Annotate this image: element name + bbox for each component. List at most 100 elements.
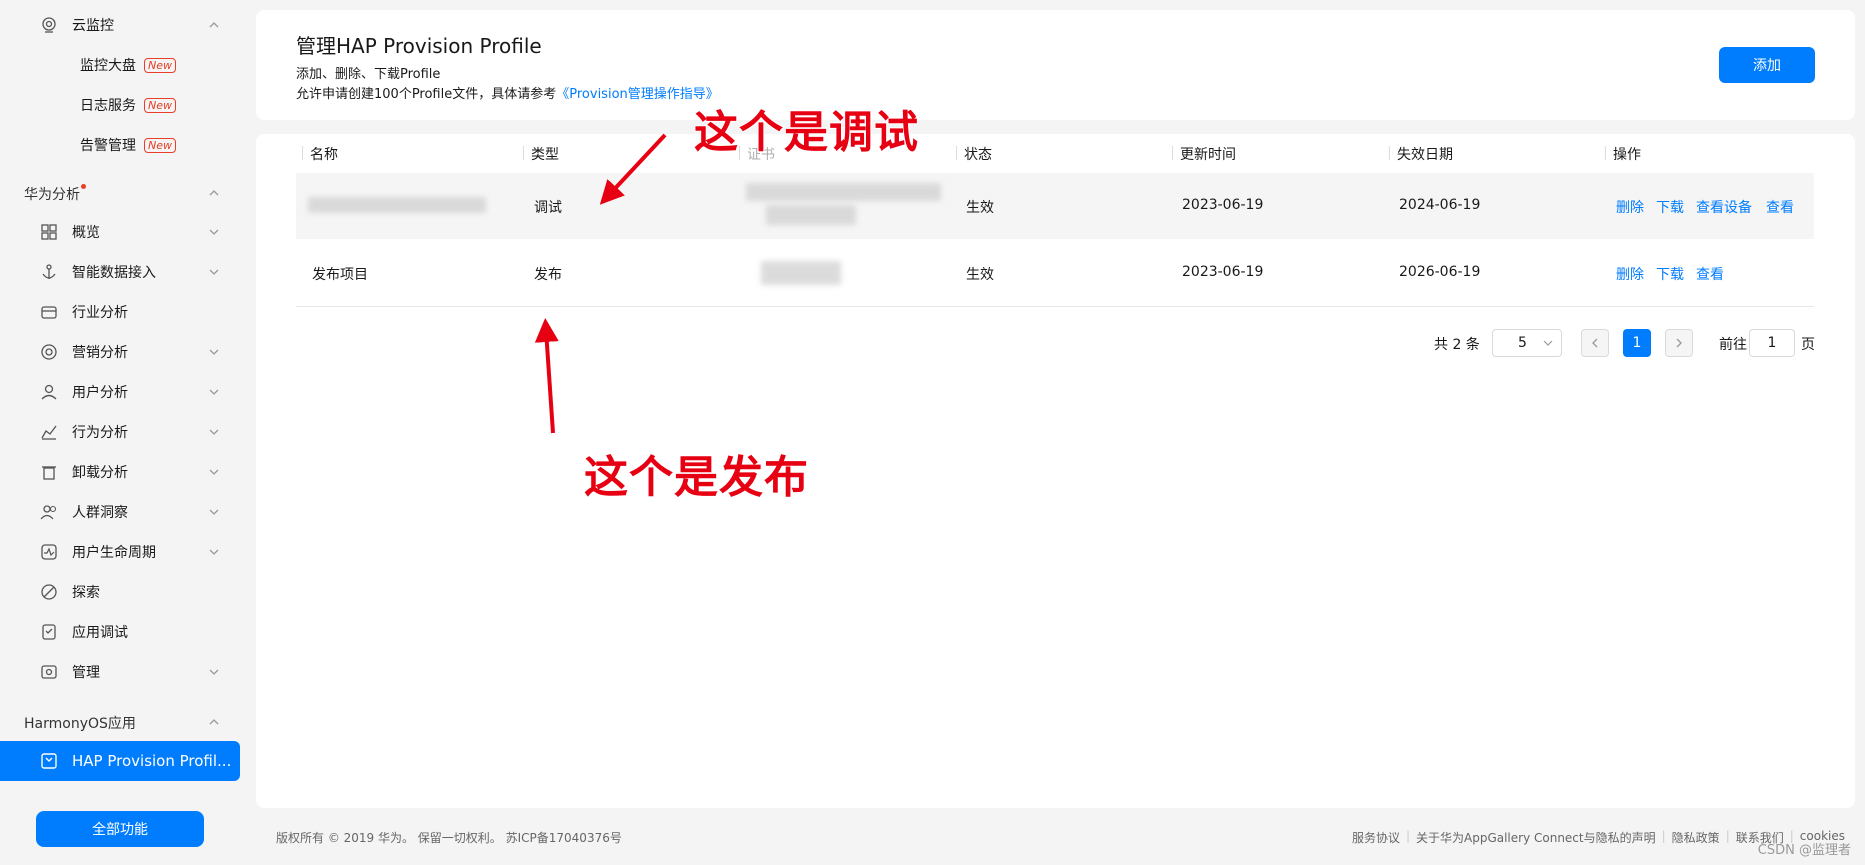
column-separator — [1172, 146, 1173, 160]
status-cell: 生效 — [966, 267, 994, 283]
sidebar-item-behavior-chart[interactable]: 行为分析 — [0, 414, 240, 450]
current-page-button[interactable]: 1 — [1623, 329, 1651, 357]
sidebar: 云监控 监控大盘 New 日志服务 New 告警管理 New 华为分析 概览智能… — [0, 0, 240, 865]
footer-link-privacy-statement[interactable]: 关于华为AppGallery Connect与隐私的声明 — [1416, 829, 1656, 846]
sidebar-item-label: 概览 — [72, 225, 100, 241]
sidebar-item-people[interactable]: 人群洞察 — [0, 494, 240, 530]
page-size-select[interactable]: 5 — [1492, 329, 1562, 357]
chevron-down-icon — [209, 429, 219, 435]
sidebar-item-debug[interactable]: 应用调试 — [0, 614, 240, 650]
sidebar-item-dashboard[interactable]: 监控大盘 New — [0, 47, 240, 83]
manage-icon — [41, 665, 57, 679]
sidebar-item-lifecycle[interactable]: 用户生命周期 — [0, 534, 240, 570]
prev-page-button[interactable] — [1581, 329, 1609, 357]
chevron-down-icon — [209, 509, 219, 515]
industry-icon — [41, 306, 57, 319]
status-cell: 生效 — [966, 200, 994, 216]
chevron-down-icon — [209, 469, 219, 475]
redacted-name — [308, 197, 486, 213]
chevron-down-icon — [1543, 340, 1553, 346]
anchor-icon — [42, 264, 56, 279]
sidebar-item-label: 监控大盘 — [80, 58, 136, 74]
sidebar-item-anchor[interactable]: 智能数据接入 — [0, 254, 240, 290]
redacted-certificate — [746, 183, 941, 201]
new-badge: New — [144, 137, 176, 153]
footer-link-privacy-policy[interactable]: 隐私政策 — [1672, 829, 1720, 846]
chevron-down-icon — [209, 349, 219, 355]
row-divider — [296, 306, 1814, 307]
expires-cell: 2024-06-19 — [1399, 197, 1481, 213]
lifecycle-icon — [41, 544, 57, 560]
delete-link[interactable]: 删除 — [1616, 264, 1644, 284]
chevron-up-icon[interactable] — [208, 716, 220, 728]
sidebar-item-label: 卸载分析 — [72, 465, 128, 481]
page-subtitle: 添加、删除、下载Profile — [296, 67, 441, 82]
sidebar-item-manage[interactable]: 管理 — [0, 654, 240, 690]
sidebar-item-label: 营销分析 — [72, 345, 128, 361]
column-separator — [1389, 146, 1390, 160]
sidebar-item-label: 应用调试 — [72, 625, 128, 641]
sidebar-item-trash[interactable]: 卸载分析 — [0, 454, 240, 490]
download-link[interactable]: 下载 — [1656, 264, 1684, 284]
cloud-monitor-icon — [42, 17, 56, 33]
page-title: 管理HAP Provision Profile — [296, 34, 542, 58]
all-functions-button[interactable]: 全部功能 — [36, 811, 204, 847]
sidebar-item-log-service[interactable]: 日志服务 New — [0, 87, 240, 123]
explore-icon — [41, 584, 57, 600]
chevron-down-icon — [209, 269, 219, 275]
column-header-name: 名称 — [310, 147, 338, 163]
group-title: HarmonyOS应用 — [24, 716, 136, 732]
updated-cell: 2023-06-19 — [1182, 197, 1264, 213]
redacted-certificate — [766, 205, 856, 225]
trash-icon — [42, 466, 56, 480]
type-cell: 发布 — [534, 267, 562, 283]
sidebar-item-label: 智能数据接入 — [72, 265, 156, 281]
next-page-button[interactable] — [1665, 329, 1693, 357]
footer-link-terms[interactable]: 服务协议 — [1352, 829, 1400, 846]
sidebar-item-grid[interactable]: 概览 — [0, 214, 240, 250]
redacted-certificate — [761, 261, 841, 285]
group-title: 华为分析 — [24, 187, 80, 203]
updated-cell: 2023-06-19 — [1182, 264, 1264, 280]
release-annotation: 这个是发布 — [583, 451, 809, 504]
sidebar-item-industry[interactable]: 行业分析 — [0, 294, 240, 330]
profile-table: 名称 类型 证书 状态 更新时间 失效日期 操作 调试 生效 2023-06-1… — [256, 134, 1855, 808]
sidebar-item-alerts[interactable]: 告警管理 New — [0, 127, 240, 163]
sidebar-item-label: HAP Provision Profil... — [72, 752, 232, 770]
table-row: 发布项目 发布 生效 2023-06-19 2026-06-19 删除 下载 查… — [296, 239, 1814, 305]
sidebar-item-explore[interactable]: 探索 — [0, 574, 240, 610]
sidebar-item-target[interactable]: 营销分析 — [0, 334, 240, 370]
pagination-total: 共 2 条 — [1434, 337, 1480, 353]
type-cell: 调试 — [534, 200, 562, 216]
sidebar-item-user[interactable]: 用户分析 — [0, 374, 240, 410]
column-header-status: 状态 — [964, 147, 992, 163]
debug-icon — [42, 624, 56, 640]
chevron-down-icon — [209, 229, 219, 235]
sidebar-item-cloud-monitor[interactable]: 云监控 — [0, 7, 240, 43]
chevron-up-icon[interactable] — [208, 187, 220, 199]
view-devices-link[interactable]: 查看设备 — [1696, 197, 1752, 217]
sidebar-item-hap-provision-profile[interactable]: HAP Provision Profil... — [0, 741, 240, 781]
page-description: 允许申请创建100个Profile文件，具体请参考《Provision管理操作指… — [296, 83, 719, 102]
sidebar-item-label: 日志服务 — [80, 98, 136, 114]
sidebar-group-harmonyos[interactable]: HarmonyOS应用 — [24, 713, 136, 733]
column-header-actions: 操作 — [1613, 147, 1641, 163]
delete-link[interactable]: 删除 — [1616, 197, 1644, 217]
view-link[interactable]: 查看 — [1696, 264, 1724, 284]
notification-dot — [81, 184, 86, 189]
expires-cell: 2026-06-19 — [1399, 264, 1481, 280]
view-link[interactable]: 查看 — [1766, 197, 1794, 217]
column-separator — [956, 146, 957, 160]
download-link[interactable]: 下载 — [1656, 197, 1684, 217]
profile-icon — [41, 753, 57, 769]
chevron-down-icon — [209, 549, 219, 555]
header-card: 管理HAP Provision Profile 添加、删除、下载Profile … — [256, 10, 1855, 120]
goto-page-input[interactable]: 1 — [1749, 329, 1795, 357]
page-suffix: 页 — [1801, 337, 1815, 353]
footer-copyright: 版权所有 © 2019 华为。 保留一切权利。 苏ICP备17040376号 — [276, 831, 622, 845]
column-header-updated: 更新时间 — [1180, 147, 1236, 163]
add-button[interactable]: 添加 — [1719, 47, 1815, 83]
table-row: 调试 生效 2023-06-19 2024-06-19 删除 下载 查看设备 查… — [296, 173, 1814, 239]
chevron-right-icon — [1676, 338, 1682, 348]
sidebar-group-analytics[interactable]: 华为分析 — [24, 184, 86, 204]
